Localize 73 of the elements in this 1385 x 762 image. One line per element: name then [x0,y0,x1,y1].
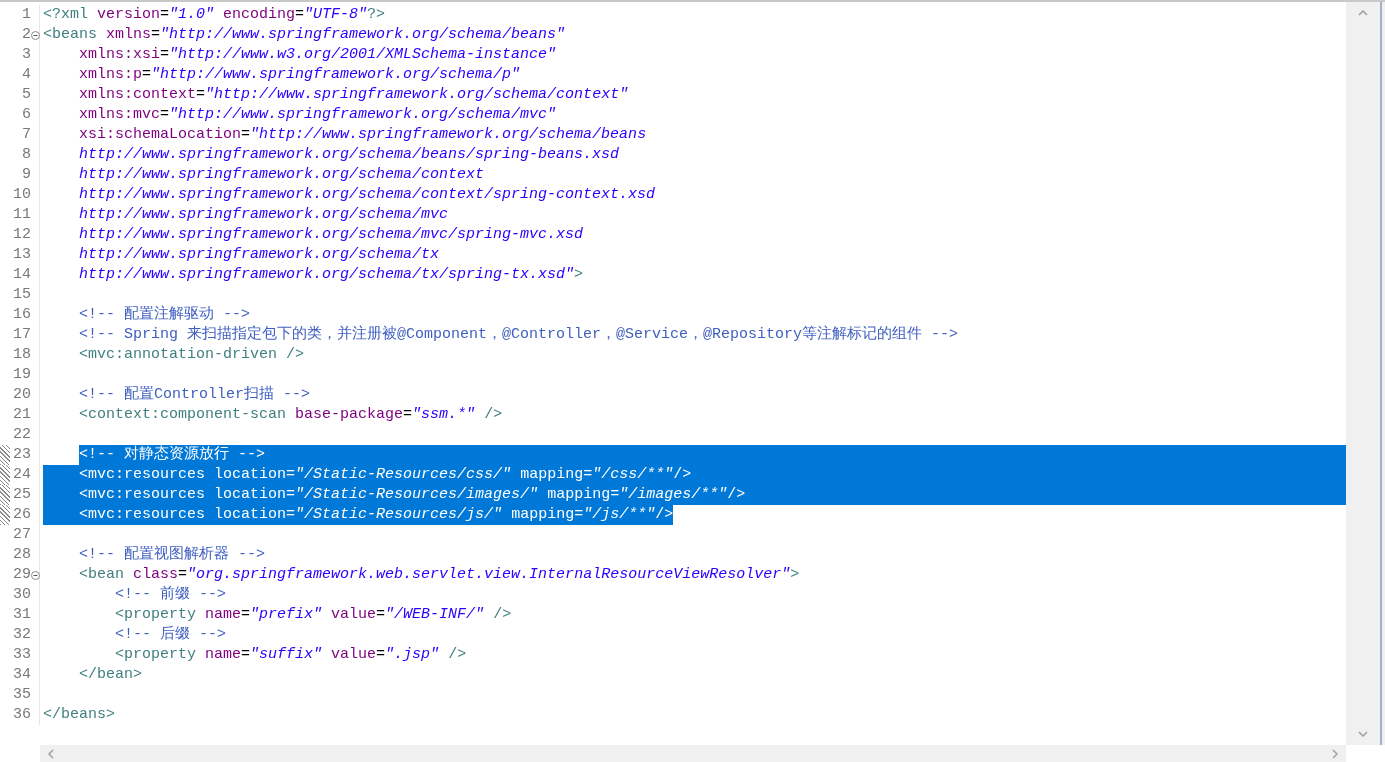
collapse-icon[interactable] [31,31,40,40]
code-line: <!-- 配置Controller扫描 --> [79,386,311,403]
line-number: 12 [12,225,31,245]
code-line: </beans> [43,706,115,723]
line-number: 24 [12,465,31,485]
code-line: <mvc:annotation-driven /> [79,346,305,363]
scroll-left-icon[interactable] [48,748,54,759]
line-number: 22 [12,425,31,445]
code-line: http://www.springframework.org/schema/beans/spring-beans.xsd [79,146,620,163]
code-line: http://www.springframework.org/schema/mvc [79,206,449,223]
line-number: 34 [12,665,31,685]
line-number: 27 [12,525,31,545]
line-number: 1 [21,5,31,25]
code-line: <!-- 配置视图解析器 --> [79,546,266,563]
line-number: 20 [12,385,31,405]
line-number: 18 [12,345,31,365]
code-line: <!-- 前缀 --> [115,586,227,603]
line-number: 21 [12,405,31,425]
line-number: 8 [21,145,31,165]
code-line: http://www.springframework.org/schema/tx/spring-tx.xsd"> [79,266,584,283]
line-number: 32 [12,625,31,645]
line-number: 33 [12,645,31,665]
code-line: xmlns:mvc="http://www.springframework.org/schema/mvc" [79,106,557,123]
code-line: <property name="suffix" value=".jsp" /> [115,646,467,663]
line-number: 3 [21,45,31,65]
code-line: <mvc:resources location="/Static-Resources/css/" mapping="/css/**"/> [79,466,692,483]
code-line: <!-- 对静态资源放行 --> [79,446,266,463]
line-number: 29 [12,565,31,585]
code-line: </bean> [79,666,143,683]
line-number: 19 [12,365,31,385]
code-line: <beans xmlns="http://www.springframework.org/schema/beans" [43,26,566,43]
line-number: 26 [12,505,31,525]
scroll-right-icon[interactable] [1332,748,1338,759]
code-line: http://www.springframework.org/schema/mvc/spring-mvc.xsd [79,226,584,243]
code-line: http://www.springframework.org/schema/context [79,166,485,183]
code-line: http://www.springframework.org/schema/tx [79,246,440,263]
line-number: 7 [21,125,31,145]
line-number: 15 [12,285,31,305]
line-number: 28 [12,545,31,565]
code-line: <mvc:resources location="/Static-Resources/images/" mapping="/images/**"/> [79,486,746,503]
code-line: <!-- Spring 来扫描指定包下的类，并注册被@Component，@Controller，@Service，@Repository等注解标记的组件 --> [79,326,959,343]
line-number: 35 [12,685,31,705]
line-number: 14 [12,265,31,285]
code-line: xsi:schemaLocation="http://www.springframework.org/schema/beans [79,126,647,143]
code-line: xmlns:context="http://www.springframework.org/schema/context" [79,86,629,103]
line-number: 25 [12,485,31,505]
code-line: <mvc:resources location="/Static-Resources/js/" mapping="/js/**"/> [79,506,674,523]
line-number: 4 [21,65,31,85]
scroll-up-icon[interactable] [1358,10,1368,16]
line-number: 11 [12,205,31,225]
line-number: 17 [12,325,31,345]
line-number: 30 [12,585,31,605]
code-line: <!-- 配置注解驱动 --> [79,306,251,323]
code-line: <bean class="org.springframework.web.servlet.view.InternalResourceViewResolver"> [79,566,800,583]
code-line: <?xml version="1.0" encoding="UTF-8"?> [43,6,386,23]
code-line: <property name="prefix" value="/WEB-INF/" /> [115,606,512,623]
line-number: 31 [12,605,31,625]
code-line: xmlns:p="http://www.springframework.org/schema/p" [79,66,521,83]
line-number: 6 [21,105,31,125]
code-line: <context:component-scan base-package="ssm.*" /> [79,406,503,423]
code-line: xmlns:xsi="http://www.w3.org/2001/XMLSchema-instance" [79,46,557,63]
line-number: 10 [12,185,31,205]
scroll-down-icon[interactable] [1358,731,1368,737]
line-number: 9 [21,165,31,185]
line-number: 36 [12,705,31,725]
collapse-icon[interactable] [31,571,40,580]
line-number: 2 [21,25,31,45]
line-number: 13 [12,245,31,265]
line-number: 16 [12,305,31,325]
code-line: <!-- 后缀 --> [115,626,227,643]
code-line: http://www.springframework.org/schema/context/spring-context.xsd [79,186,656,203]
line-number: 23 [12,445,31,465]
line-number: 5 [21,85,31,105]
